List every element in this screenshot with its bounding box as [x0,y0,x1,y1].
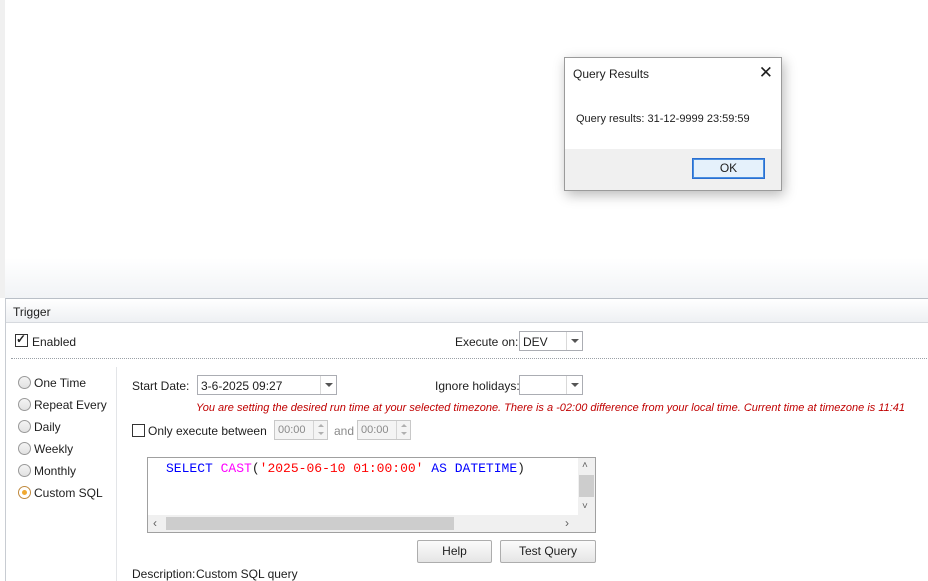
dialog-message: Query results: 31-12-9999 23:59:59 [576,113,750,125]
chevron-down-icon[interactable] [566,376,582,394]
dialog-title: Query Results [573,67,650,81]
start-date-value: 3-6-2025 09:27 [201,379,283,393]
arrow-up-icon[interactable]: ˄ [582,461,588,471]
chevron-down-icon[interactable] [320,376,336,394]
only-execute-checkbox[interactable] [132,424,145,437]
enabled-checkbox[interactable] [15,332,28,347]
radio-monthly-label: Monthly [34,464,77,478]
time-to-value: 00:00 [361,424,389,436]
horizontal-scrollbar[interactable]: ‹ › [148,515,595,532]
sql-keyword-as: AS [431,461,447,476]
execute-on-label: Execute on: [455,335,519,349]
start-date-label: Start Date: [132,379,190,393]
description-label: Description: [132,567,196,581]
execute-on-value: DEV [523,335,548,349]
spin-arrows-icon[interactable] [396,421,410,439]
ignore-holidays-dropdown[interactable] [519,375,583,395]
ok-button[interactable]: OK [692,158,765,179]
description-value: Custom SQL query [196,567,298,581]
radio-weekly[interactable] [18,442,31,455]
arrow-left-icon[interactable]: ‹ [153,517,157,529]
trigger-panel-header: Trigger [6,299,928,323]
arrow-down-icon[interactable]: ˅ [582,502,588,512]
start-date-picker[interactable]: 3-6-2025 09:27 [197,375,337,395]
vertical-scrollbar[interactable]: ˄ ˅ [578,458,595,515]
time-from-stepper[interactable]: 00:00 [274,420,328,440]
spin-arrows-icon[interactable] [313,421,327,439]
horizontal-scroll-thumb[interactable] [166,517,454,530]
dialog-footer: OK [565,149,781,190]
workspace-fade [5,258,928,298]
radio-weekly-label: Weekly [34,442,74,456]
trigger-panel-title: Trigger [13,305,51,319]
arrow-right-icon[interactable]: › [565,517,569,529]
time-from-value: 00:00 [278,424,306,436]
blank-workspace [0,0,928,298]
options-separator [116,367,117,581]
time-to-stepper[interactable]: 00:00 [357,420,411,440]
sql-string-literal: '2025-06-10 01:00:00' [259,461,424,476]
timezone-warning: You are setting the desired run time at … [196,402,906,414]
trigger-panel: Trigger Enabled Execute on: DEV One Time… [5,298,928,581]
sql-keyword-datetime: DATETIME [454,461,518,476]
sql-paren-close: ) [517,461,525,476]
radio-repeat-every[interactable] [18,398,31,411]
sql-editor[interactable]: SELECT CAST('2025-06-10 01:00:00' AS DAT… [147,457,596,533]
sql-code-line: SELECT CAST('2025-06-10 01:00:00' AS DAT… [166,461,525,476]
radio-repeat-every-label: Repeat Every [34,398,107,412]
close-icon[interactable]: ✕ [759,63,773,83]
vertical-scroll-thumb[interactable] [579,475,594,497]
sql-paren-open: ( [251,461,260,476]
radio-one-time[interactable] [18,376,31,389]
and-label: and [334,424,355,438]
sql-keyword-select: SELECT [166,461,213,476]
only-execute-label: Only execute between [148,424,267,438]
chevron-down-icon[interactable] [566,332,582,350]
radio-custom-sql[interactable] [18,486,31,499]
sql-function-cast: CAST [220,461,252,476]
radio-daily[interactable] [18,420,31,433]
radio-daily-label: Daily [34,420,61,434]
help-button[interactable]: Help [417,540,492,563]
radio-one-time-label: One Time [34,376,87,390]
radio-monthly[interactable] [18,464,31,477]
execute-on-dropdown[interactable]: DEV [519,331,583,351]
section-divider [11,358,927,359]
query-results-dialog: Query Results ✕ Query results: 31-12-999… [564,57,782,191]
enabled-label: Enabled [32,335,77,349]
ignore-holidays-label: Ignore holidays: [435,379,520,393]
test-query-button[interactable]: Test Query [500,540,596,563]
radio-custom-sql-label: Custom SQL [34,486,103,500]
